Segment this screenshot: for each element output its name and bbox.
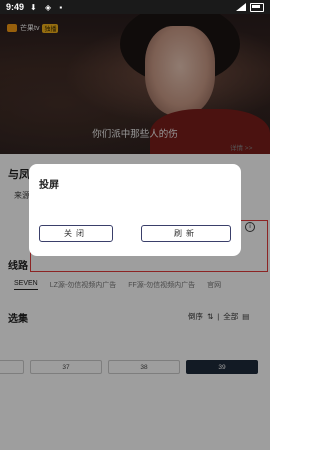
signal-icon — [236, 3, 246, 11]
cast-dialog: 投屏 关闭 刷新 — [29, 164, 241, 256]
close-button[interactable]: 关闭 — [39, 225, 113, 242]
status-notification-icons: ⬇ ◈ ▪ — [30, 2, 66, 12]
status-bar: 9:49 ⬇ ◈ ▪ — [0, 0, 270, 14]
battery-icon — [250, 2, 264, 12]
refresh-button[interactable]: 刷新 — [141, 225, 231, 242]
status-time: 9:49 — [6, 2, 25, 12]
dialog-title: 投屏 — [39, 180, 59, 191]
status-right-icons — [236, 2, 264, 12]
